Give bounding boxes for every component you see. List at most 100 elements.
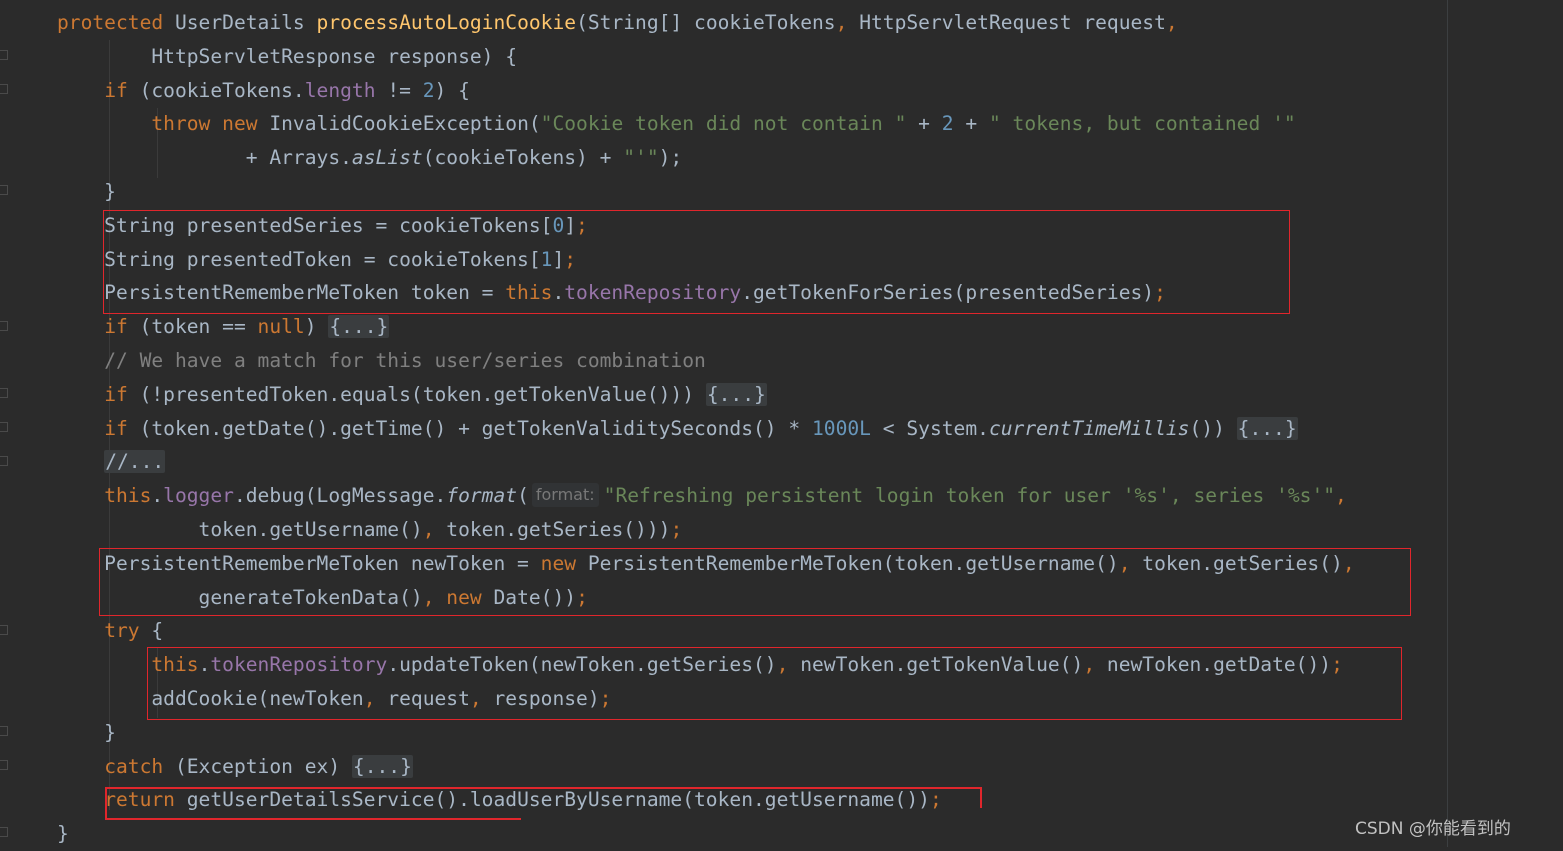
code-line[interactable]: if (token.getDate().getTime() + getToken…: [57, 412, 1298, 446]
code-line[interactable]: this.tokenRepository.updateToken(newToke…: [57, 648, 1342, 682]
code-token: newToken.getDate()): [1106, 653, 1332, 677]
code-line[interactable]: PersistentRememberMeToken newToken = new…: [57, 547, 1355, 581]
code-line[interactable]: String presentedToken = cookieTokens[1];: [57, 243, 576, 277]
fold-marker-icon[interactable]: [0, 388, 8, 398]
code-token: // We have a match for this user/series …: [104, 349, 706, 372]
code-token: ;: [576, 585, 588, 609]
folded-code-region[interactable]: {...}: [705, 382, 767, 406]
code-token: "'": [623, 146, 659, 170]
code-token: if: [104, 78, 140, 102]
code-line[interactable]: addCookie(newToken, request, response);: [57, 682, 611, 716]
code-line[interactable]: if (cookieTokens.length != 2) {: [57, 74, 470, 108]
code-token: new: [540, 551, 588, 575]
code-token: HttpServletRequest request: [859, 11, 1166, 34]
fold-marker-icon[interactable]: [0, 760, 8, 770]
fold-marker-icon[interactable]: [0, 456, 8, 466]
fold-marker-icon[interactable]: [0, 726, 8, 736]
code-token: tokenRepository: [210, 653, 388, 677]
fold-marker-icon[interactable]: [0, 50, 8, 60]
code-token: processAutoLoginCookie: [316, 11, 577, 34]
code-line[interactable]: token.getUsername(), token.getSeries()))…: [57, 513, 683, 547]
fold-marker-icon[interactable]: [0, 321, 8, 331]
code-token: "Cookie token did not contain ": [540, 112, 919, 136]
code-token: " tokens, but contained '": [988, 112, 1296, 136]
code-token: ,: [1083, 653, 1107, 677]
code-line[interactable]: generateTokenData(), new Date());: [57, 581, 588, 615]
code-token: ]: [564, 213, 577, 237]
code-token: String presentedToken = cookieTokens[: [57, 247, 541, 271]
folded-code-region[interactable]: {...}: [1236, 416, 1298, 440]
fold-marker-icon[interactable]: [0, 185, 8, 195]
code-line[interactable]: + Arrays.asList(cookieTokens) + "'");: [57, 141, 683, 175]
code-token: if: [104, 315, 140, 339]
code-token: HttpServletResponse response) {: [57, 44, 518, 68]
fold-marker-icon[interactable]: [0, 827, 8, 837]
code-token: token.getUsername(): [57, 518, 423, 541]
code-line[interactable]: //...: [57, 445, 166, 479]
code-line[interactable]: if (token == null) {...}: [57, 310, 390, 344]
code-token: PersistentRememberMeToken token =: [57, 281, 506, 305]
code-token: ,: [1342, 551, 1355, 575]
code-token: tokenRepository: [564, 281, 742, 305]
code-token: format: [446, 484, 518, 508]
code-line[interactable]: // We have a match for this user/series …: [57, 344, 706, 378]
code-token: ]: [552, 247, 565, 271]
code-token: );: [658, 146, 683, 170]
code-line[interactable]: HttpServletResponse response) {: [57, 40, 517, 74]
code-token: ): [304, 315, 329, 339]
code-line[interactable]: catch (Exception ex) {...}: [57, 750, 413, 784]
code-token: .getTokenForSeries(presentedSeries): [741, 281, 1155, 305]
fold-marker-icon[interactable]: [0, 625, 8, 635]
code-line[interactable]: }: [57, 817, 69, 851]
code-token: this: [151, 653, 199, 677]
code-token: Date()): [493, 585, 577, 609]
code-line[interactable]: throw new InvalidCookieException("Cookie…: [57, 107, 1296, 141]
code-token: token.getSeries())): [446, 518, 671, 541]
code-token: (token.getDate().getTime() + getTokenVal…: [139, 416, 812, 440]
code-line[interactable]: if (!presentedToken.equals(token.getToke…: [57, 378, 767, 412]
folded-code-region[interactable]: {...}: [351, 754, 413, 778]
editor-gutter: [0, 0, 14, 847]
code-line[interactable]: }: [57, 716, 116, 750]
highlight-return-left: [105, 787, 107, 820]
code-token: (: [517, 484, 529, 508]
code-token: if: [104, 382, 140, 406]
code-editor[interactable]: protected UserDetails processAutoLoginCo…: [0, 0, 1563, 847]
code-token: null: [257, 315, 305, 339]
code-token: }: [57, 180, 116, 203]
code-token: InvalidCookieException(: [269, 112, 541, 136]
code-token: (cookieTokens.: [139, 78, 305, 102]
code-token: this: [505, 281, 553, 305]
code-token: request: [387, 687, 470, 710]
code-token: String presentedSeries = cookieTokens[: [57, 213, 553, 237]
code-line[interactable]: this.logger.debug(LogMessage.format(form…: [57, 479, 1347, 513]
code-token: newToken.getTokenValue(): [800, 653, 1084, 677]
code-line[interactable]: String presentedSeries = cookieTokens[0]…: [57, 209, 588, 243]
code-token: ,: [1118, 551, 1143, 575]
code-token: !=: [387, 78, 423, 102]
folded-code-region[interactable]: {...}: [328, 315, 390, 339]
code-line[interactable]: protected UserDetails processAutoLoginCo…: [57, 6, 1178, 40]
code-token: (cookieTokens) +: [422, 146, 624, 170]
fold-marker-icon[interactable]: [0, 84, 8, 94]
code-token: 2: [941, 112, 966, 136]
folded-code-region[interactable]: //...: [104, 450, 166, 474]
code-token: PersistentRememberMeToken(token.getUsern…: [587, 551, 1119, 575]
code-line[interactable]: PersistentRememberMeToken token = this.t…: [57, 276, 1166, 310]
code-token: protected: [57, 11, 175, 34]
highlight-return-bottom: [105, 818, 521, 820]
code-token: this: [104, 484, 152, 508]
code-line[interactable]: }: [57, 175, 116, 209]
code-token: .debug(LogMessage.: [233, 484, 447, 508]
code-line[interactable]: try {: [57, 614, 163, 648]
fold-marker-icon[interactable]: [0, 422, 8, 432]
code-token: ()): [1189, 416, 1237, 440]
code-token: (!presentedToken.equals(token.getTokenVa…: [139, 382, 706, 406]
